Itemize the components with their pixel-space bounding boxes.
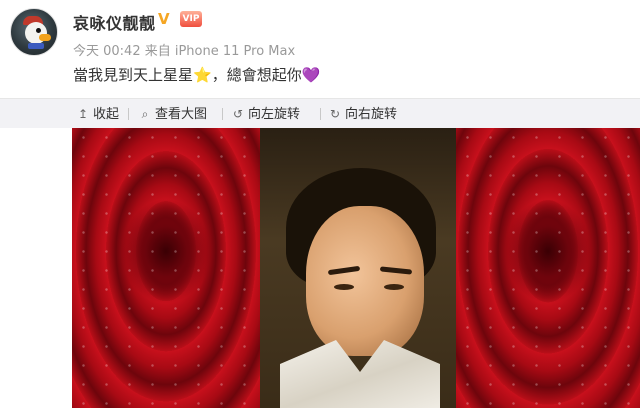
post-text-after: ，總會想起你 xyxy=(211,66,302,84)
rotate-left-icon: ↺ xyxy=(232,107,244,121)
rotate-right-label: 向右旋转 xyxy=(345,107,398,122)
verified-v-icon[interactable]: V xyxy=(158,11,174,27)
post-header: 哀咏仪靓靓 V VIP 今天 00:42 来自 iPhone 11 Pro Ma… xyxy=(0,0,640,98)
toolbar-divider xyxy=(128,108,129,120)
rotate-left-label: 向左旋转 xyxy=(248,107,301,122)
rotate-left-button[interactable]: ↺ 向左旋转 xyxy=(231,99,300,129)
collapse-label: 收起 xyxy=(93,107,120,122)
portrait-eye xyxy=(384,284,404,290)
view-large-label: 查看大图 xyxy=(155,107,208,122)
post-image[interactable] xyxy=(72,128,640,408)
purple-heart-emoji-icon: 💜 xyxy=(301,66,321,84)
portrait-photo xyxy=(260,128,456,408)
post-text-main: 當我見到天上星星 xyxy=(73,66,194,84)
red-rose-image-right xyxy=(456,128,640,408)
rotate-right-icon: ↻ xyxy=(329,107,341,121)
post-text: 當我見到天上星星⭐，總會想起你💜 xyxy=(73,64,320,85)
vip-crown-icon[interactable]: VIP xyxy=(180,11,202,27)
collapse-button[interactable]: ↥ 收起 xyxy=(76,99,119,129)
red-rose-image-left xyxy=(72,128,260,408)
rotate-right-button[interactable]: ↻ 向右旋转 xyxy=(328,99,397,129)
user-name-link[interactable]: 哀咏仪靓靓 xyxy=(73,10,156,34)
duck-beak xyxy=(39,34,51,41)
star-emoji-icon: ⭐ xyxy=(193,66,212,84)
collapse-icon: ↥ xyxy=(77,107,89,121)
duck-eye xyxy=(36,28,41,33)
duck-bow xyxy=(28,43,44,49)
portrait-eye xyxy=(334,284,354,290)
toolbar-divider xyxy=(222,108,223,120)
view-large-button[interactable]: ⌕ 查看大图 xyxy=(138,99,207,129)
toolbar-divider xyxy=(320,108,321,120)
image-toolbar: ↥ 收起 ⌕ 查看大图 ↺ 向左旋转 ↻ 向右旋转 xyxy=(0,98,640,128)
search-icon: ⌕ xyxy=(141,107,149,121)
user-avatar[interactable] xyxy=(10,8,58,56)
post-meta: 今天 00:42 来自 iPhone 11 Pro Max xyxy=(73,44,296,59)
portrait-face xyxy=(306,206,424,356)
